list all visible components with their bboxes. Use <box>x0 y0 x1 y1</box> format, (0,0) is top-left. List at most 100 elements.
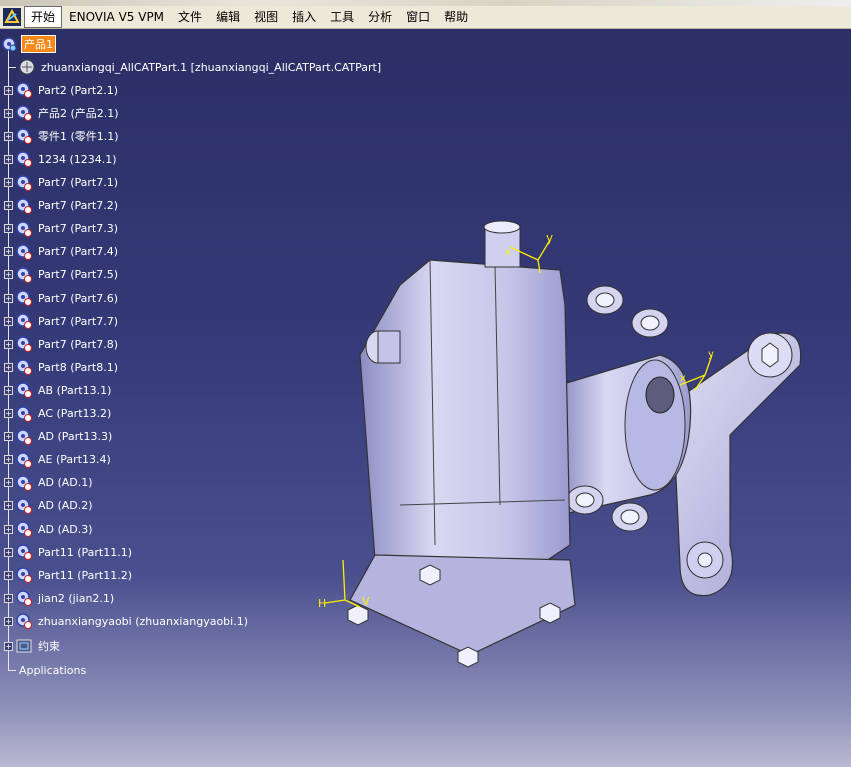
menu-analysis[interactable]: 分析 <box>361 6 399 28</box>
product-gear-icon <box>16 613 32 630</box>
tree-root-label[interactable]: 产品1 <box>21 35 56 53</box>
tree-node-label: 1234 (1234.1) <box>38 152 117 166</box>
tree-node-label: Part7 (Part7.5) <box>38 268 119 282</box>
menu-insert[interactable]: 插入 <box>285 6 323 28</box>
tree-node[interactable]: + Part7 (Part7.6) <box>0 288 120 308</box>
3d-viewport[interactable]: y x y x H V <box>300 215 850 685</box>
menu-help[interactable]: 帮助 <box>437 6 475 28</box>
catia-logo-icon[interactable] <box>2 7 22 27</box>
product-gear-icon <box>16 82 32 99</box>
tree-node[interactable]: + Part7 (Part7.8) <box>0 334 120 354</box>
axis-label-x: x <box>505 247 511 258</box>
product-gear-icon <box>16 428 32 445</box>
tree-node-label: 零件1 (零件1.1) <box>38 130 119 144</box>
tree-node[interactable]: + Part11 (Part11.1) <box>0 542 134 562</box>
expand-icon[interactable]: + <box>4 131 13 141</box>
expand-icon[interactable]: + <box>4 178 13 187</box>
part-icon <box>19 59 35 75</box>
tree-node[interactable]: + AD (Part13.3) <box>0 427 114 447</box>
expand-icon[interactable]: + <box>4 547 13 557</box>
product-gear-icon <box>16 382 32 399</box>
menu-file[interactable]: 文件 <box>171 6 209 28</box>
axis-label-x: x <box>680 373 686 384</box>
tree-root-node[interactable]: 产品1 <box>0 34 56 54</box>
expand-icon[interactable]: + <box>4 570 13 580</box>
tree-node[interactable]: + Part11 (Part11.2) <box>0 565 134 585</box>
product-gear-icon <box>16 405 32 422</box>
tree-node[interactable]: + Part7 (Part7.4) <box>0 242 120 262</box>
axis-label-y: y <box>546 231 553 245</box>
expand-icon[interactable]: + <box>4 616 13 626</box>
expand-icon[interactable]: + <box>4 362 13 372</box>
expand-icon[interactable]: + <box>4 270 13 280</box>
tree-node[interactable]: + AD (AD.1) <box>0 473 95 493</box>
menu-window[interactable]: 窗口 <box>399 6 437 28</box>
menu-bar: 开始 ENOVIA V5 VPM 文件 编辑 视图 插入 工具 分析 窗口 帮助 <box>0 6 851 29</box>
tree-node-label: Part7 (Part7.1) <box>38 176 119 189</box>
tree-node[interactable]: + AD (AD.2) <box>0 496 95 516</box>
tree-node[interactable]: zhuanxiangqi_AllCATPart.1 [zhuanxiangqi_… <box>0 57 383 77</box>
expand-icon[interactable]: + <box>4 224 13 234</box>
tree-node[interactable]: + 产品2 (产品2.1) <box>0 103 121 123</box>
menu-start[interactable]: 开始 <box>24 6 63 28</box>
tree-node[interactable]: + AD (AD.3) <box>0 519 95 539</box>
tree-node[interactable]: + AB (Part13.1) <box>0 380 113 400</box>
product-gear-icon <box>16 590 32 607</box>
menu-edit[interactable]: 编辑 <box>209 6 247 28</box>
tree-node-label: Part7 (Part7.3) <box>38 222 119 236</box>
product-gear-icon <box>16 544 32 561</box>
tree-node[interactable]: + zhuanxiangyaobi (zhuanxiangyaobi.1) <box>0 611 250 631</box>
product-gear-icon <box>16 220 32 237</box>
expand-icon[interactable]: + <box>4 316 13 326</box>
tree-node[interactable]: + AC (Part13.2) <box>0 404 113 424</box>
tree-node[interactable]: + Part2 (Part2.1) <box>0 80 120 100</box>
expand-icon[interactable]: + <box>4 385 13 395</box>
main-housing <box>347 220 576 668</box>
expand-icon[interactable]: + <box>4 108 13 118</box>
product-gear-icon <box>16 567 32 584</box>
tree-node-applications[interactable]: Applications <box>0 660 87 680</box>
product-gear-icon <box>16 359 32 376</box>
expand-icon[interactable]: + <box>4 593 13 603</box>
expand-icon[interactable]: + <box>4 293 13 303</box>
constraints-icon <box>16 639 32 653</box>
tree-node[interactable]: + Part7 (Part7.5) <box>0 265 120 285</box>
expand-icon[interactable]: + <box>4 247 13 257</box>
expand-icon[interactable]: + <box>4 478 13 488</box>
tree-node[interactable]: + Part7 (Part7.7) <box>0 311 120 331</box>
tree-node-label: Part8 (Part8.1) <box>38 360 119 374</box>
expand-icon[interactable]: + <box>4 339 13 349</box>
tree-node-label: Part11 (Part11.2) <box>38 568 132 582</box>
tree-node-label: zhuanxiangqi_AllCATPart.1 [zhuanxiangqi_… <box>41 60 382 74</box>
tree-node[interactable]: + jian2 (jian2.1) <box>0 588 116 608</box>
tree-node-label: Applications <box>19 663 87 677</box>
expand-icon[interactable]: + <box>4 432 13 442</box>
tree-node[interactable]: + 零件1 (零件1.1) <box>0 126 121 146</box>
tree-node-label: Part7 (Part7.6) <box>38 291 119 305</box>
tree-node-label: AD (AD.2) <box>38 499 93 513</box>
tree-node[interactable]: + Part8 (Part8.1) <box>0 357 120 377</box>
tree-node[interactable]: +1234 (1234.1) <box>0 149 119 169</box>
menu-tools[interactable]: 工具 <box>323 6 361 28</box>
expand-icon[interactable]: + <box>4 641 13 651</box>
axis-label-h: H <box>318 597 326 610</box>
expand-icon[interactable]: + <box>4 201 13 211</box>
expand-icon[interactable]: + <box>4 154 13 164</box>
tree-node[interactable]: + Part7 (Part7.1) <box>0 173 120 193</box>
menu-view[interactable]: 视图 <box>247 6 285 28</box>
tree-node-label: zhuanxiangyaobi (zhuanxiangyaobi.1) <box>38 614 248 628</box>
menu-enovia[interactable]: ENOVIA V5 VPM <box>62 6 171 28</box>
tree-node-constraints[interactable]: + 约束 <box>0 636 62 656</box>
tree-node[interactable]: + Part7 (Part7.2) <box>0 196 120 216</box>
product-gear-icon <box>16 451 32 468</box>
tree-node[interactable]: + AE (Part13.4) <box>0 450 113 470</box>
expand-icon[interactable]: + <box>4 409 13 418</box>
expand-icon[interactable]: + <box>4 85 13 95</box>
tree-node[interactable]: + Part7 (Part7.3) <box>0 219 120 239</box>
expand-icon[interactable]: + <box>4 524 13 534</box>
product-gear-icon <box>2 37 17 52</box>
product-gear-icon <box>16 128 32 145</box>
expand-icon[interactable]: + <box>4 501 13 511</box>
expand-icon[interactable]: + <box>4 455 13 465</box>
tree-node-label: Part7 (Part7.7) <box>38 314 119 328</box>
